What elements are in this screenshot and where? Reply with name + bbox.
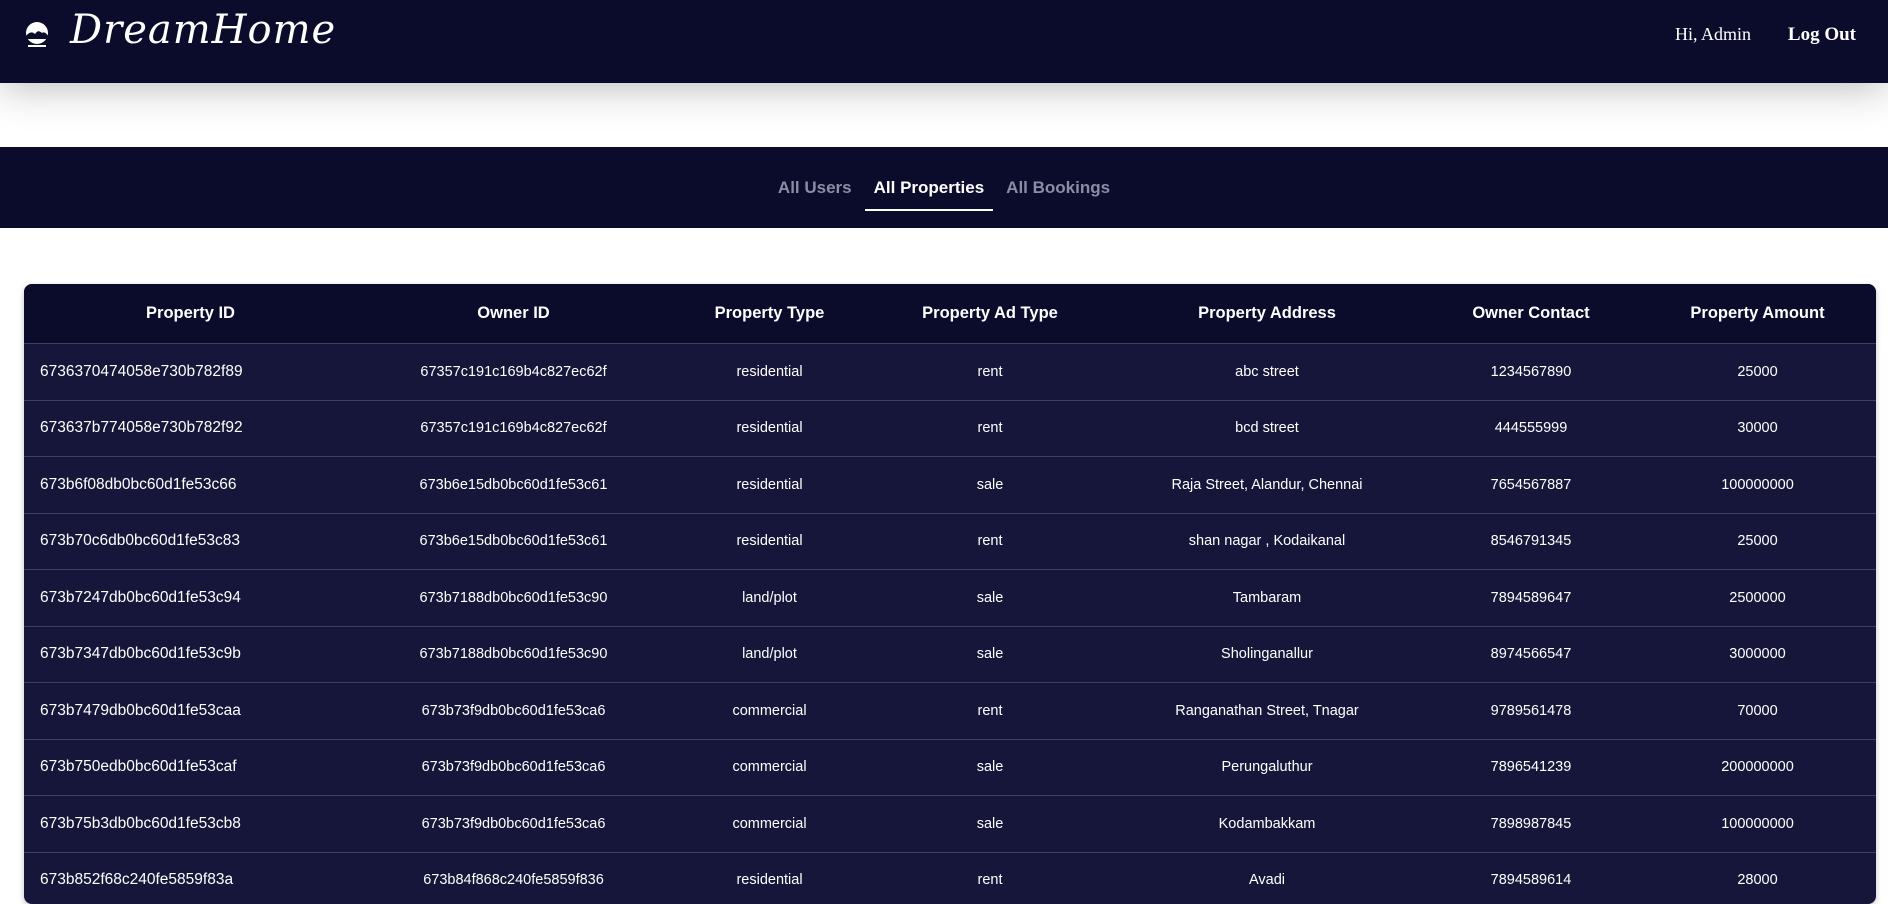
owner-id-cell: 673b6e15db0bc60d1fe53c61 <box>357 456 670 514</box>
column-header[interactable]: Property Address <box>1111 284 1423 344</box>
tab-all-properties[interactable]: All Properties <box>864 147 994 228</box>
address-cell: Tambaram <box>1111 569 1423 627</box>
ad-type-cell: sale <box>869 569 1111 627</box>
owner-contact-cell: 7894589647 <box>1423 569 1639 627</box>
address-cell: Kodambakkam <box>1111 795 1423 853</box>
property-type-cell: land/plot <box>670 626 869 683</box>
column-header[interactable]: Owner Contact <box>1423 284 1639 344</box>
address-cell: Sholinganallur <box>1111 626 1423 683</box>
ad-type-cell: sale <box>869 456 1111 514</box>
tab-all-users[interactable]: All Users <box>769 147 861 228</box>
amount-cell: 200000000 <box>1639 739 1876 796</box>
table-header-row: Property ID Owner ID Property Type Prope… <box>24 284 1876 344</box>
property-id-cell: 673b750edb0bc60d1fe53caf <box>24 739 357 796</box>
property-type-cell: land/plot <box>670 569 869 627</box>
owner-id-cell: 673b6e15db0bc60d1fe53c61 <box>357 513 670 570</box>
ad-type-cell: rent <box>869 513 1111 570</box>
address-cell: Ranganathan Street, Tnagar <box>1111 682 1423 740</box>
ad-type-cell: rent <box>869 400 1111 457</box>
property-type-cell: commercial <box>670 795 869 853</box>
table-row[interactable]: 673637b774058e730b782f92 67357c191c169b4c… <box>24 400 1876 457</box>
property-id-cell: 673b7479db0bc60d1fe53caa <box>24 682 357 740</box>
brand-name[interactable]: DreamHome <box>70 4 336 56</box>
table-row[interactable]: 6736370474058e730b782f89 67357c191c169b4c… <box>24 343 1876 401</box>
column-header[interactable]: Property Ad Type <box>869 284 1111 344</box>
owner-id-cell: 67357c191c169b4c827ec62f <box>357 400 670 457</box>
property-id-cell: 673b75b3db0bc60d1fe53cb8 <box>24 795 357 853</box>
property-id-cell: 673b852f68c240fe5859f83a <box>24 852 357 904</box>
top-navbar: DreamHome Hi, Admin Log Out <box>0 0 1888 83</box>
amount-cell: 30000 <box>1639 400 1876 457</box>
owner-id-cell: 673b73f9db0bc60d1fe53ca6 <box>357 795 670 853</box>
owner-contact-cell: 8974566547 <box>1423 626 1639 683</box>
column-header[interactable]: Property Amount <box>1639 284 1876 344</box>
admin-greeting: Hi, Admin <box>1674 24 1751 44</box>
house-logo-icon[interactable] <box>24 21 50 51</box>
ad-type-cell: rent <box>869 852 1111 904</box>
address-cell: shan nagar , Kodaikanal <box>1111 513 1423 570</box>
table-row[interactable]: 673b70c6db0bc60d1fe53c83 673b6e15db0bc60d… <box>24 513 1876 570</box>
owner-id-cell: 67357c191c169b4c827ec62f <box>357 343 670 401</box>
owner-id-cell: 673b73f9db0bc60d1fe53ca6 <box>357 739 670 796</box>
column-header[interactable]: Property ID <box>24 284 357 344</box>
table-row[interactable]: 673b7247db0bc60d1fe53c94 673b7188db0bc60d… <box>24 569 1876 627</box>
amount-cell: 3000000 <box>1639 626 1876 683</box>
owner-contact-cell: 9789561478 <box>1423 682 1639 740</box>
table-row[interactable]: 673b7479db0bc60d1fe53caa 673b73f9db0bc60d… <box>24 682 1876 740</box>
property-type-cell: residential <box>670 343 869 401</box>
owner-contact-cell: 7898987845 <box>1423 795 1639 853</box>
property-id-cell: 673b7247db0bc60d1fe53c94 <box>24 569 357 627</box>
property-type-cell: residential <box>670 456 869 514</box>
column-header[interactable]: Property Type <box>670 284 869 344</box>
property-id-cell: 673b70c6db0bc60d1fe53c83 <box>24 513 357 570</box>
ad-type-cell: sale <box>869 795 1111 853</box>
properties-table: Property ID Owner ID Property Type Prope… <box>24 284 1876 904</box>
logout-button[interactable]: Log Out <box>1788 24 1856 46</box>
address-cell: Perungaluthur <box>1111 739 1423 796</box>
amount-cell: 100000000 <box>1639 456 1876 514</box>
owner-contact-cell: 8546791345 <box>1423 513 1639 570</box>
tab-all-bookings[interactable]: All Bookings <box>997 147 1119 228</box>
ad-type-cell: rent <box>869 682 1111 740</box>
amount-cell: 70000 <box>1639 682 1876 740</box>
amount-cell: 25000 <box>1639 513 1876 570</box>
property-id-cell: 6736370474058e730b782f89 <box>24 343 357 401</box>
table-row[interactable]: 673b750edb0bc60d1fe53caf 673b73f9db0bc60d… <box>24 739 1876 796</box>
address-cell: abc street <box>1111 343 1423 401</box>
table-row[interactable]: 673b75b3db0bc60d1fe53cb8 673b73f9db0bc60d… <box>24 795 1876 853</box>
property-type-cell: commercial <box>670 682 869 740</box>
ad-type-cell: rent <box>869 343 1111 401</box>
table-row[interactable]: 673b852f68c240fe5859f83a 673b84f868c240fe… <box>24 852 1876 904</box>
property-type-cell: commercial <box>670 739 869 796</box>
admin-tab-bar: All Users All Properties All Bookings <box>0 147 1888 228</box>
property-type-cell: residential <box>670 513 869 570</box>
property-id-cell: 673b7347db0bc60d1fe53c9b <box>24 626 357 683</box>
owner-contact-cell: 7896541239 <box>1423 739 1639 796</box>
owner-contact-cell: 444555999 <box>1423 400 1639 457</box>
amount-cell: 2500000 <box>1639 569 1876 627</box>
owner-id-cell: 673b84f868c240fe5859f836 <box>357 852 670 904</box>
property-id-cell: 673637b774058e730b782f92 <box>24 400 357 457</box>
owner-id-cell: 673b7188db0bc60d1fe53c90 <box>357 569 670 627</box>
column-header[interactable]: Owner ID <box>357 284 670 344</box>
table-row[interactable]: 673b7347db0bc60d1fe53c9b 673b7188db0bc60d… <box>24 626 1876 683</box>
property-type-cell: residential <box>670 852 869 904</box>
owner-contact-cell: 7894589614 <box>1423 852 1639 904</box>
amount-cell: 100000000 <box>1639 795 1876 853</box>
address-cell: Avadi <box>1111 852 1423 904</box>
property-type-cell: residential <box>670 400 869 457</box>
owner-id-cell: 673b7188db0bc60d1fe53c90 <box>357 626 670 683</box>
amount-cell: 25000 <box>1639 343 1876 401</box>
amount-cell: 28000 <box>1639 852 1876 904</box>
owner-id-cell: 673b73f9db0bc60d1fe53ca6 <box>357 682 670 740</box>
table-row[interactable]: 673b6f08db0bc60d1fe53c66 673b6e15db0bc60d… <box>24 456 1876 514</box>
ad-type-cell: sale <box>869 626 1111 683</box>
ad-type-cell: sale <box>869 739 1111 796</box>
owner-contact-cell: 1234567890 <box>1423 343 1639 401</box>
property-id-cell: 673b6f08db0bc60d1fe53c66 <box>24 456 357 514</box>
address-cell: bcd street <box>1111 400 1423 457</box>
address-cell: Raja Street, Alandur, Chennai <box>1111 456 1423 514</box>
owner-contact-cell: 7654567887 <box>1423 456 1639 514</box>
